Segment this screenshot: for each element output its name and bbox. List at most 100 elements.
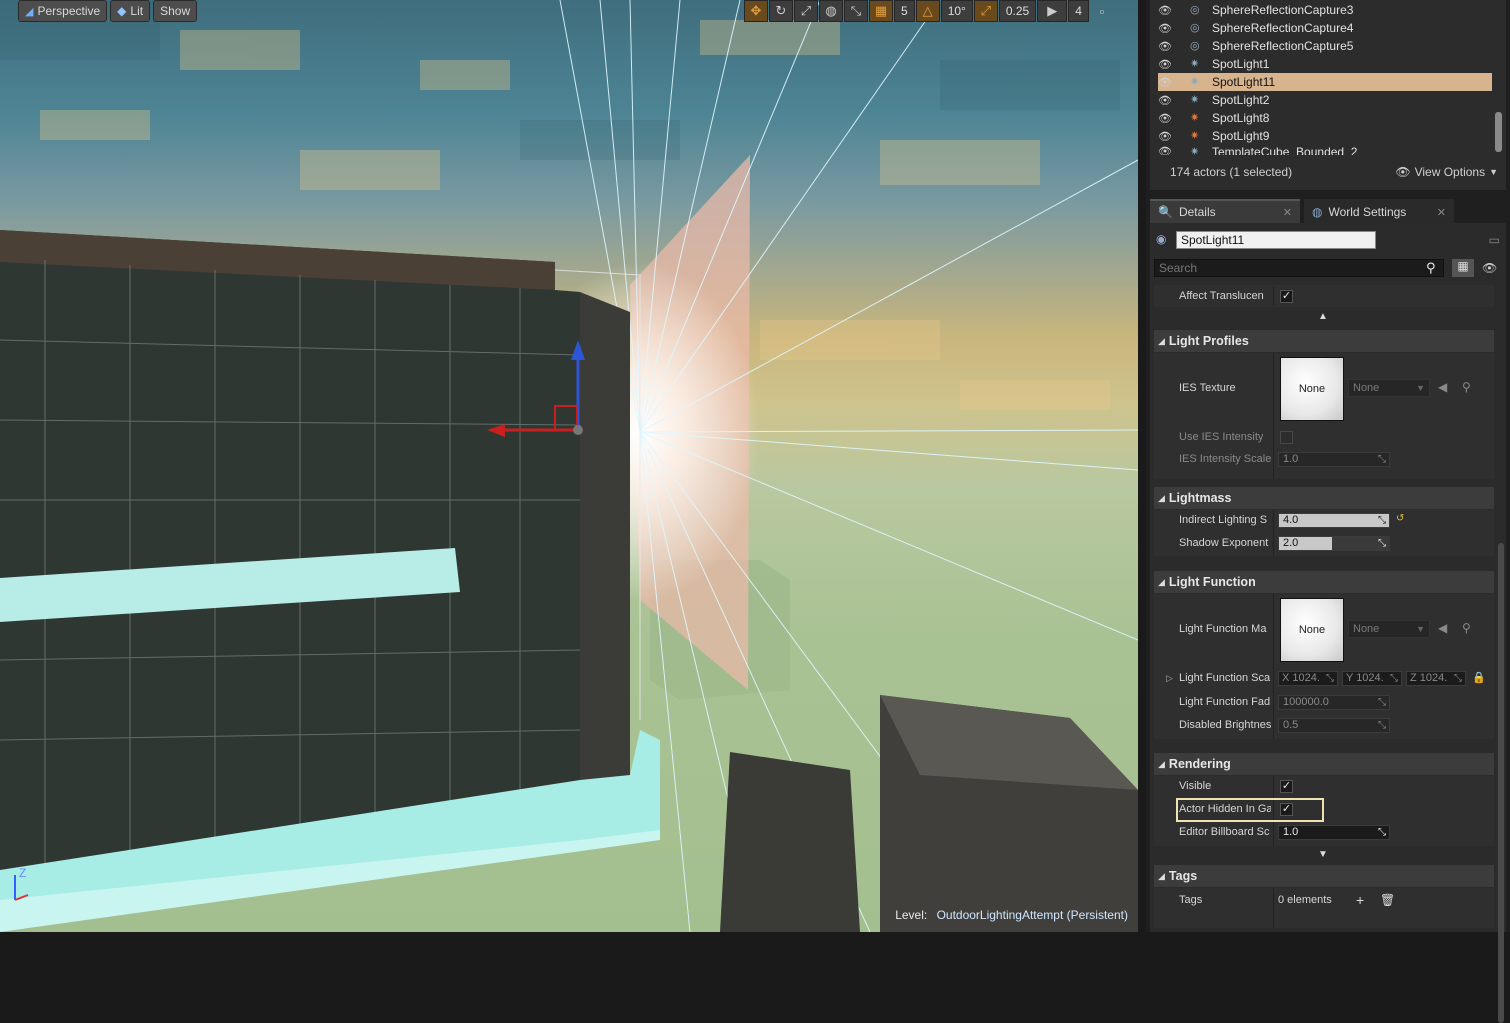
visibility-eye-icon[interactable]: 👁 <box>1158 40 1174 53</box>
visibility-eye-icon[interactable]: 👁 <box>1158 94 1174 107</box>
surface-snap-icon[interactable]: ⤡ <box>844 0 868 22</box>
visibility-eye-icon[interactable]: 👁 <box>1158 58 1174 71</box>
angle-snap-value[interactable]: 10° <box>940 0 973 22</box>
ies-texture-thumbnail[interactable]: None <box>1280 357 1344 421</box>
light-function-material-thumbnail[interactable]: None <box>1280 598 1344 662</box>
eye-filter-icon[interactable]: 👁 <box>1482 261 1497 275</box>
use-ies-intensity-checkbox[interactable] <box>1280 431 1293 444</box>
visible-checkbox[interactable]: ✓ <box>1280 780 1293 793</box>
visibility-eye-icon[interactable]: 👁 <box>1158 112 1174 125</box>
close-icon[interactable]: ✕ <box>1283 206 1292 219</box>
outliner-row[interactable]: 👁 ✷ SpotLight11 <box>1158 73 1492 91</box>
translate-icon[interactable]: ✥ <box>744 0 768 22</box>
drag-arrows-icon: ⤡ <box>1454 673 1462 684</box>
grid-snap-value[interactable]: 5 <box>894 0 915 22</box>
section-rendering[interactable]: ◢ Rendering <box>1154 753 1494 775</box>
eye-icon: 👁 <box>1395 165 1411 179</box>
tags-count: 0 elements <box>1278 894 1332 906</box>
outliner-row[interactable]: 👁 ◎ SphereReflectionCapture3 <box>1158 1 1492 19</box>
section-light-function[interactable]: ◢ Light Function <box>1154 571 1494 593</box>
tab-world-settings[interactable]: ◍ World Settings ✕ <box>1304 199 1454 223</box>
outliner-row[interactable]: 👁 ✷ TemplateCube_Bounded_2 <box>1158 145 1492 155</box>
light-function-material-combo[interactable]: None ▼ <box>1348 620 1430 638</box>
outliner-row[interactable]: 👁 ◎ SphereReflectionCapture5 <box>1158 37 1492 55</box>
expand-down-icon[interactable]: ▼ <box>1318 849 1328 860</box>
add-element-icon[interactable]: + <box>1356 892 1364 908</box>
visibility-eye-icon[interactable]: 👁 <box>1158 4 1174 17</box>
light-function-fade-field[interactable]: 100000.0 ⤡ <box>1278 695 1390 710</box>
outliner-item-label: SpotLight1 <box>1212 57 1270 71</box>
axis-z-label: Z <box>19 866 27 880</box>
outliner-item-label: TemplateCube_Bounded_2 <box>1212 145 1358 155</box>
affect-translucent-checkbox[interactable]: ✓ <box>1280 290 1293 303</box>
visibility-eye-icon[interactable]: 👁 <box>1158 76 1174 89</box>
outliner-row[interactable]: 👁 ✷ SpotLight1 <box>1158 55 1492 73</box>
collapse-up-icon[interactable]: ▲ <box>1318 311 1328 322</box>
light-function-body: Light Function Ma None None ▼ ◀ ⚲ ▷ Ligh… <box>1154 594 1494 739</box>
panel-tabs: 🔍 Details ✕ ◍ World Settings ✕ <box>1150 199 1506 223</box>
expand-vector-icon[interactable]: ▷ <box>1166 673 1173 684</box>
browse-search-icon[interactable]: ⚲ <box>1462 380 1471 394</box>
light-function-scale-z[interactable]: Z 1024. ⤡ <box>1406 671 1466 686</box>
level-viewport[interactable]: ◢ Perspective ◆ Lit Show ✥ ↻ ⤢ ◍ ⤡ ▦ 5 △… <box>0 0 1138 932</box>
section-light-profiles[interactable]: ◢ Light Profiles <box>1154 330 1494 352</box>
actor-name-field[interactable]: SpotLight11 <box>1176 231 1376 249</box>
drag-arrows-icon: ⤡ <box>1378 720 1386 731</box>
show-button[interactable]: Show <box>153 0 198 22</box>
chevron-down-icon: ▼ <box>1416 383 1425 393</box>
perspective-button[interactable]: ◢ Perspective <box>18 0 108 22</box>
visibility-eye-icon[interactable]: 👁 <box>1158 145 1174 155</box>
use-selected-arrow-icon[interactable]: ◀ <box>1438 380 1447 394</box>
tab-details[interactable]: 🔍 Details ✕ <box>1150 199 1300 223</box>
chevron-down-icon: ▼ <box>1416 624 1425 634</box>
scale-snap-icon[interactable]: ⤢ <box>973 0 998 22</box>
viewport-right-toolbar: ✥ ↻ ⤢ ◍ ⤡ ▦ 5 △ 10° ⤢ 0.25 ▶ 4 ▫ <box>744 0 1114 22</box>
maximize-icon[interactable]: ▫ <box>1090 0 1114 22</box>
disabled-brightness-field[interactable]: 0.5 ⤡ <box>1278 718 1390 733</box>
section-lightmass[interactable]: ◢ Lightmass <box>1154 487 1494 509</box>
outliner-row[interactable]: 👁 ◎ SphereReflectionCapture4 <box>1158 19 1492 37</box>
angle-snap-icon[interactable]: △ <box>915 0 940 22</box>
trash-icon[interactable]: 🗑 <box>1380 893 1395 907</box>
outliner-row[interactable]: 👁 ✷ SpotLight8 <box>1158 109 1492 127</box>
outliner-scrollbar[interactable] <box>1495 112 1502 152</box>
scale-snap-value[interactable]: 0.25 <box>998 0 1037 22</box>
outliner-row[interactable]: 👁 ✷ SpotLight2 <box>1158 91 1492 109</box>
scale-icon[interactable]: ⤢ <box>794 0 818 22</box>
drag-arrows-icon: ⤡ <box>1378 697 1386 708</box>
grid-snap-icon[interactable]: ▦ <box>869 0 893 22</box>
drag-arrows-icon: ⤡ <box>1378 827 1386 838</box>
drag-arrows-icon: ⤡ <box>1326 673 1334 684</box>
details-panel: ◉ SpotLight11 ▭ Search ⚲ ▦ 👁 Affect Tran… <box>1150 223 1506 1023</box>
spotlight-icon: ✷ <box>1190 94 1200 106</box>
static-mesh-icon: ✷ <box>1190 146 1200 155</box>
section-tags[interactable]: ◢ Tags <box>1154 865 1494 887</box>
details-scrollbar[interactable] <box>1498 543 1504 1023</box>
world-icon[interactable]: ◍ <box>819 0 843 22</box>
view-options-button[interactable]: 👁 View Options ▼ <box>1395 165 1498 179</box>
outliner-item-label: SpotLight9 <box>1212 129 1270 143</box>
editor-billboard-scale-field[interactable]: 1.0 ⤡ <box>1278 825 1390 840</box>
property-matrix-icon[interactable]: ▦ <box>1452 259 1474 277</box>
light-function-scale-x[interactable]: X 1024. ⤡ <box>1278 671 1338 686</box>
light-function-scale-y[interactable]: Y 1024. ⤡ <box>1342 671 1402 686</box>
outliner-row[interactable]: 👁 ✷ SpotLight9 <box>1158 127 1492 145</box>
lock-icon[interactable]: 🔒 <box>1472 671 1486 684</box>
rotate-icon[interactable]: ↻ <box>769 0 793 22</box>
camera-speed-value[interactable]: 4 <box>1068 0 1089 22</box>
reset-to-default-icon[interactable]: ↺ <box>1396 513 1404 524</box>
camera-speed-icon[interactable]: ▶ <box>1037 0 1068 22</box>
indirect-lighting-saturation-field[interactable]: 4.0 ⤡ <box>1278 513 1390 528</box>
visibility-eye-icon[interactable]: 👁 <box>1158 22 1174 35</box>
use-selected-arrow-icon[interactable]: ◀ <box>1438 621 1447 635</box>
ies-texture-combo[interactable]: None ▼ <box>1348 379 1430 397</box>
browse-search-icon[interactable]: ⚲ <box>1462 621 1471 635</box>
visibility-eye-icon[interactable]: 👁 <box>1158 130 1174 143</box>
details-search-input[interactable]: Search <box>1154 259 1444 277</box>
lit-button[interactable]: ◆ Lit <box>110 0 151 22</box>
search-icon[interactable]: ⚲ <box>1426 260 1436 276</box>
ies-intensity-scale-field[interactable]: 1.0 ⤡ <box>1278 452 1390 467</box>
close-icon[interactable]: ✕ <box>1437 206 1446 219</box>
shadow-exponent-field[interactable]: 2.0 ⤡ <box>1278 536 1390 551</box>
lock-icon[interactable]: ▭ <box>1489 233 1500 247</box>
